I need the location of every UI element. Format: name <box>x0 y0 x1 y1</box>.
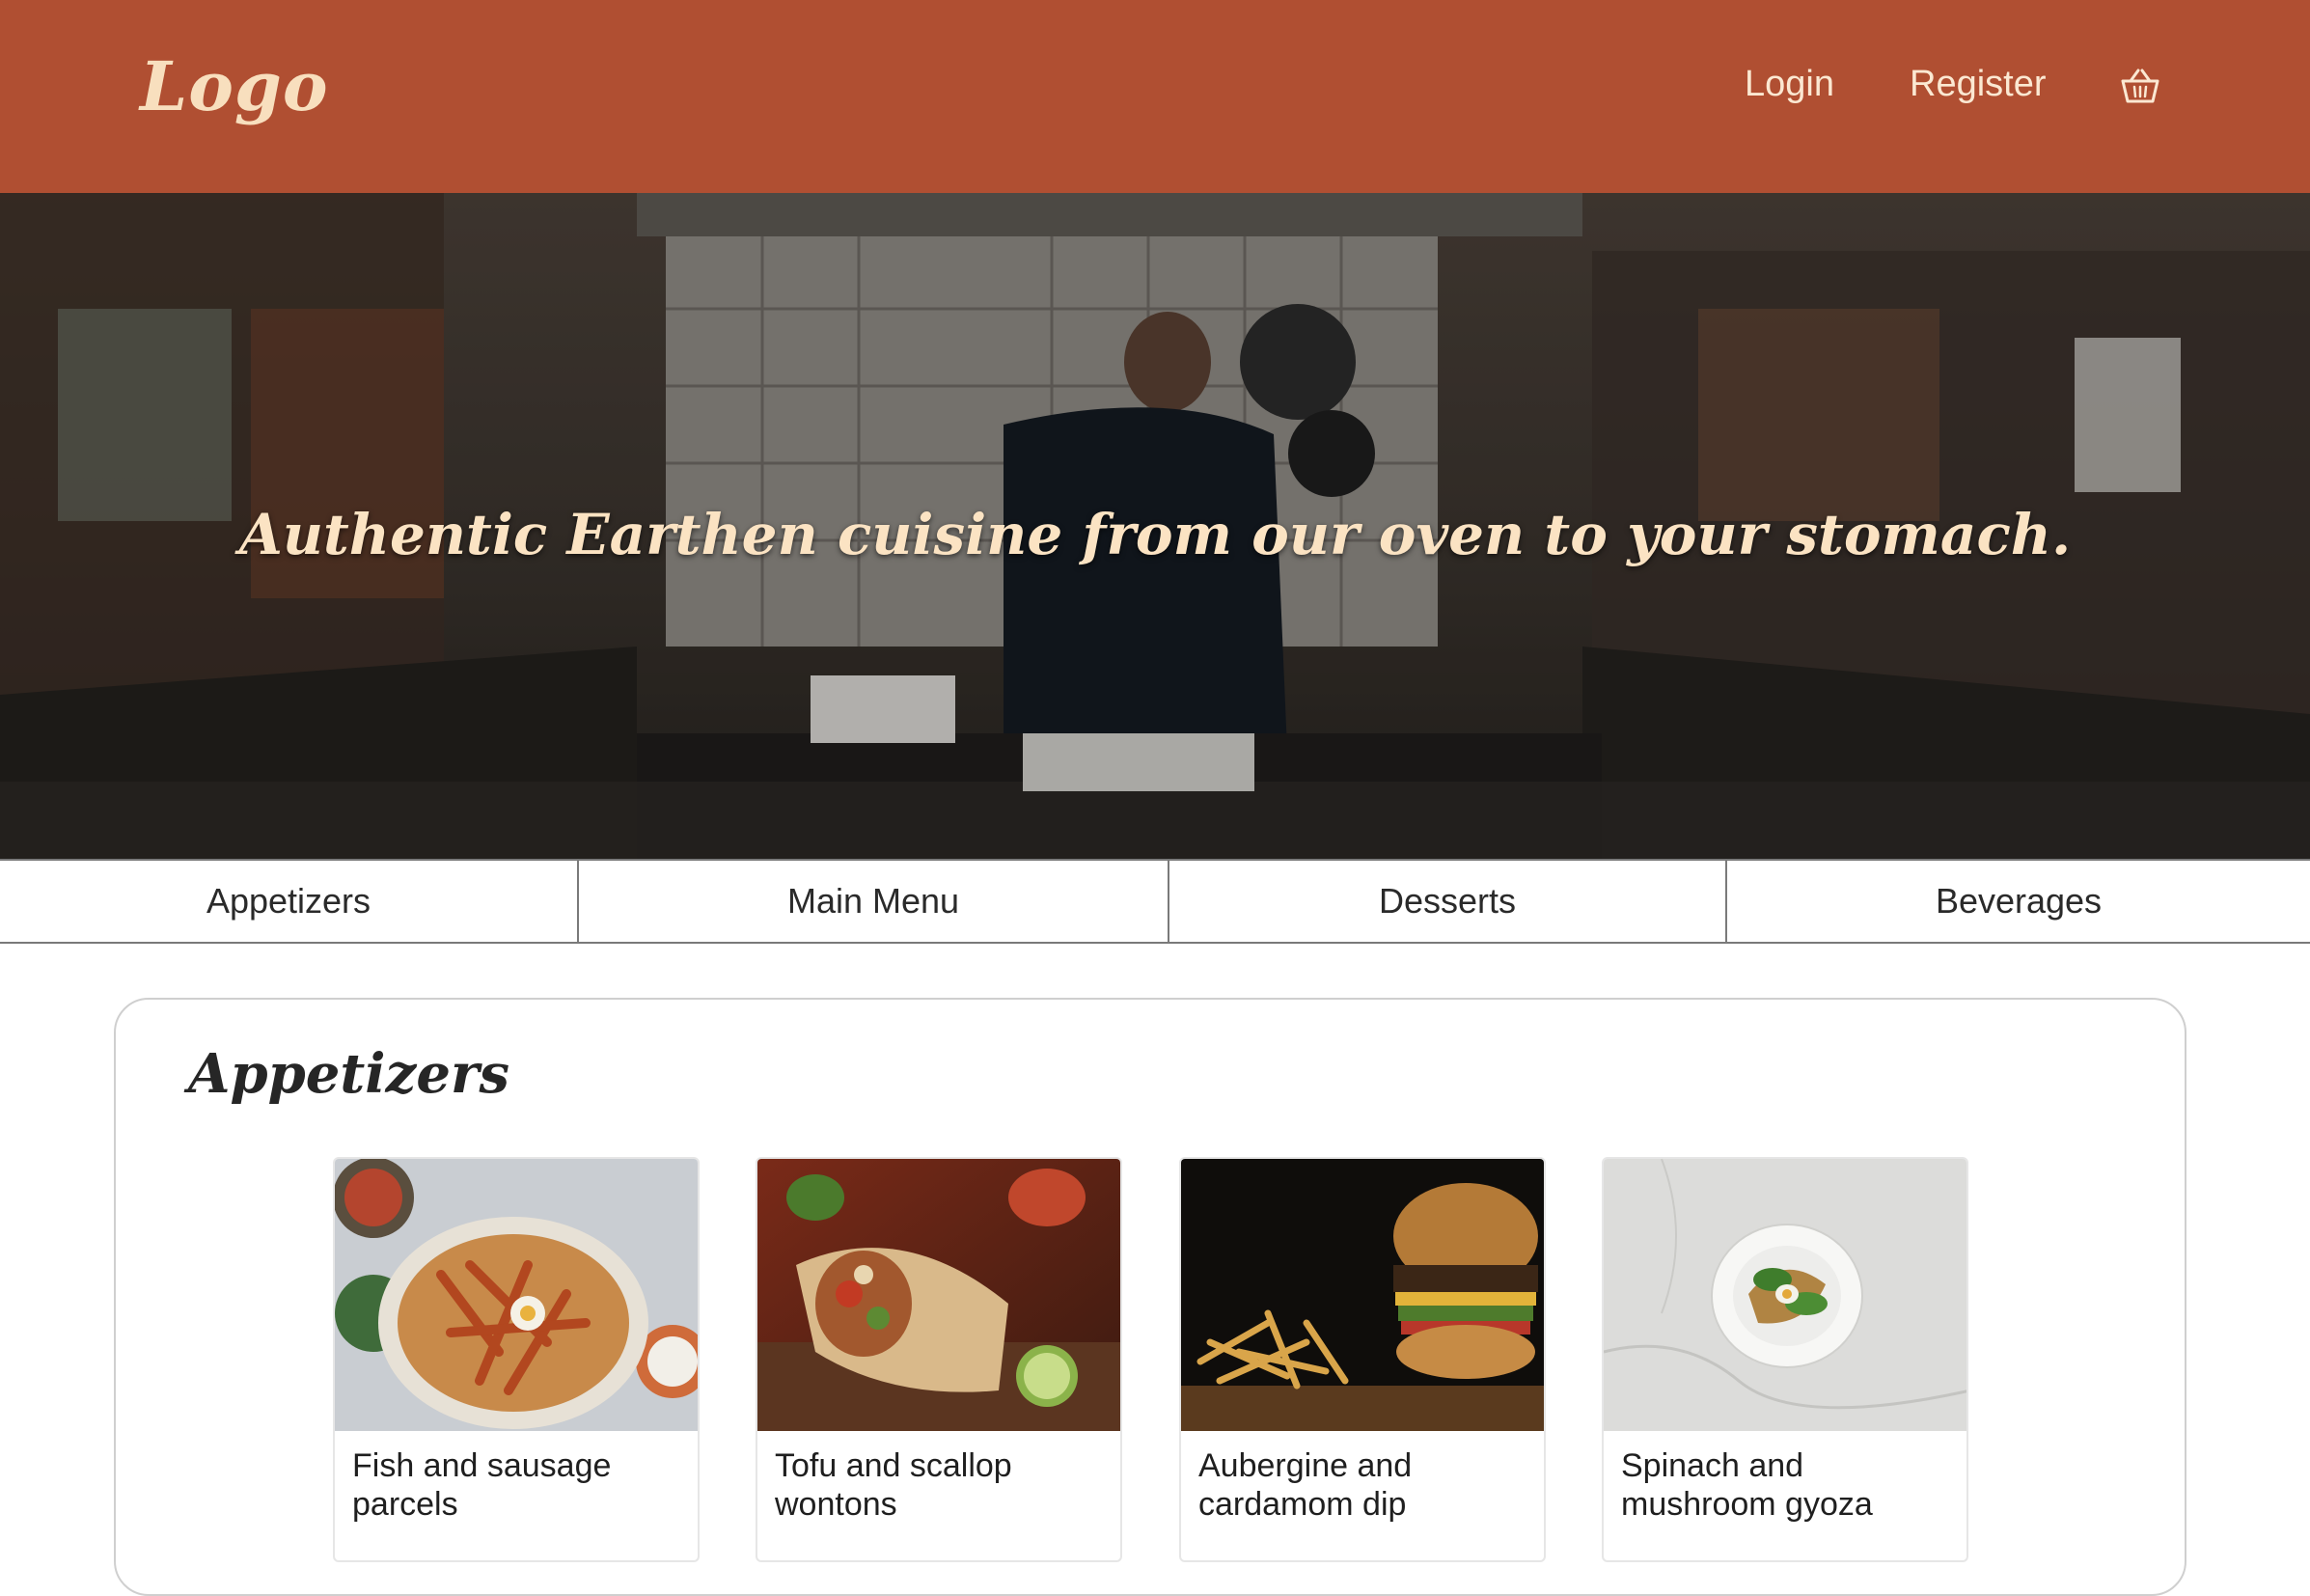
login-link[interactable]: Login <box>1745 64 1834 105</box>
category-tabs: Appetizers Main Menu Desserts Beverages <box>0 859 2310 944</box>
register-link[interactable]: Register <box>1910 64 2047 105</box>
menu-card-aubergine-cardamom-dip[interactable]: Aubergine and cardamom dip <box>1179 1157 1546 1562</box>
tab-appetizers[interactable]: Appetizers <box>0 861 579 942</box>
menu-card-fish-sausage-parcels[interactable]: Fish and sausage parcels <box>333 1157 700 1562</box>
menu-item-name: Spinach and mushroom gyoza <box>1621 1447 1873 1523</box>
dish-photo <box>1181 1159 1544 1431</box>
section-title: Appetizers <box>188 1042 509 1106</box>
logo[interactable]: Logo <box>140 46 329 126</box>
menu-item-name: Fish and sausage parcels <box>352 1447 612 1523</box>
tab-beverages[interactable]: Beverages <box>1727 861 2310 942</box>
menu-card-tofu-scallop-wontons[interactable]: Tofu and scallop wontons <box>756 1157 1122 1562</box>
hero-banner: Authentic Earthen cuisine from our oven … <box>0 193 2310 859</box>
dish-photo <box>1604 1159 1966 1431</box>
hero-headline: Authentic Earthen cuisine from our oven … <box>238 502 2072 567</box>
tab-main-menu[interactable]: Main Menu <box>579 861 1169 942</box>
tab-desserts[interactable]: Desserts <box>1169 861 1727 942</box>
menu-item-name: Aubergine and cardamom dip <box>1198 1447 1413 1523</box>
menu-item-name: Tofu and scallop wontons <box>775 1447 1012 1523</box>
basket-icon[interactable] <box>2119 66 2161 108</box>
dish-photo <box>757 1159 1120 1431</box>
site-header: Logo Login Register <box>0 0 2310 193</box>
menu-card-spinach-mushroom-gyoza[interactable]: Spinach and mushroom gyoza <box>1602 1157 1968 1562</box>
dish-photo <box>335 1159 698 1431</box>
